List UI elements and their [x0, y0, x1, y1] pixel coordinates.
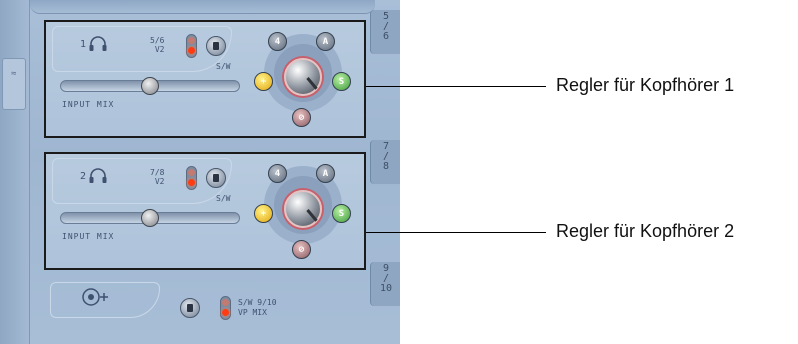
led-off	[188, 37, 195, 44]
headphones-icon	[89, 168, 107, 183]
headphone-2-controls: 2 7/8 V2 S/W INPUT MIX 4 A + S ⊘	[44, 152, 366, 270]
side-tab-label: 9 / 10	[379, 263, 393, 294]
output-source-button[interactable]	[180, 298, 200, 318]
output-label-line2: VP MIX	[238, 308, 267, 317]
side-tab-7-8[interactable]: 7 / 8	[370, 140, 400, 184]
side-tab-label: 5 / 6	[382, 11, 390, 42]
callout-headphone-1: Regler für Kopfhörer 1	[556, 75, 735, 95]
bus-button-right[interactable]: S	[332, 204, 351, 223]
output-section: S/W 9/10 VP MIX	[44, 282, 366, 338]
source-label-line1: 7/8	[150, 168, 165, 177]
left-strip-tab[interactable]: ≈	[2, 58, 26, 110]
input-mix-slider-knob[interactable]	[141, 77, 159, 95]
side-tab-label: 7 / 8	[382, 141, 390, 172]
input-mix-slider[interactable]	[60, 77, 240, 95]
bus-button-left[interactable]: +	[254, 204, 273, 223]
input-mix-label: INPUT MIX	[62, 232, 115, 241]
left-strip-label: ≈	[11, 69, 17, 79]
channel-frame	[52, 158, 232, 204]
channel-number: 2	[80, 170, 87, 182]
source-select-button[interactable]	[206, 36, 226, 56]
output-label-line1: S/W 9/10	[238, 298, 277, 307]
headphone-volume-cluster: 4 A + S ⊘	[252, 26, 356, 134]
bus-button-top-right[interactable]: A	[316, 32, 335, 51]
headphone-mixer-panel: ≈ 5 / 6 7 / 8 9 / 10 1 5/6 V2 S/W INPUT …	[0, 0, 400, 344]
led-on	[188, 179, 195, 186]
bus-button-bottom[interactable]: ⊘	[292, 108, 311, 127]
callout-headphone-2: Regler für Kopfhörer 2	[556, 221, 735, 241]
bus-button-left[interactable]: +	[254, 72, 273, 91]
headphones-icon	[89, 36, 107, 51]
callout-line-2	[366, 232, 546, 233]
source-label: 7/8 V2	[150, 168, 164, 186]
led-on	[188, 47, 195, 54]
channel-number: 1	[80, 38, 87, 50]
output-plug-icon	[82, 288, 108, 306]
bus-button-top-left[interactable]: 4	[268, 164, 287, 183]
input-mix-label: INPUT MIX	[62, 100, 115, 109]
source-select-button[interactable]	[206, 168, 226, 188]
input-mix-slider[interactable]	[60, 209, 240, 227]
input-mix-slider-knob[interactable]	[141, 209, 159, 227]
source-led-indicator	[186, 34, 197, 58]
bus-button-top-right[interactable]: A	[316, 164, 335, 183]
headphone-1-volume-knob[interactable]	[284, 58, 322, 96]
led-off	[222, 299, 229, 306]
side-tab-9-10[interactable]: 9 / 10	[370, 262, 400, 306]
bus-button-bottom[interactable]: ⊘	[292, 240, 311, 259]
side-tab-5-6[interactable]: 5 / 6	[370, 10, 400, 54]
output-label: S/W 9/10 VP MIX	[238, 298, 277, 318]
source-label-line2: V2	[154, 45, 165, 54]
headphone-2-volume-knob[interactable]	[284, 190, 322, 228]
channel-frame	[52, 26, 232, 72]
led-on	[222, 309, 229, 316]
sw-label: S/W	[216, 194, 231, 203]
top-rim	[30, 0, 375, 14]
sw-label: S/W	[216, 62, 231, 71]
led-off	[188, 169, 195, 176]
knob-pointer	[306, 209, 318, 222]
headphone-label: 1	[80, 36, 108, 52]
source-led-indicator	[186, 166, 197, 190]
source-label-line1: 5/6	[150, 36, 165, 45]
output-led-indicator	[220, 296, 231, 320]
headphone-label: 2	[80, 168, 108, 184]
bus-button-right[interactable]: S	[332, 72, 351, 91]
headphone-1-controls: 1 5/6 V2 S/W INPUT MIX 4 A + S ⊘	[44, 20, 366, 138]
headphone-volume-cluster: 4 A + S ⊘	[252, 158, 356, 266]
bus-button-top-left[interactable]: 4	[268, 32, 287, 51]
knob-pointer	[306, 77, 318, 90]
callout-line-1	[366, 86, 546, 87]
left-strip: ≈	[0, 0, 30, 344]
source-label: 5/6 V2	[150, 36, 164, 54]
source-label-line2: V2	[154, 177, 165, 186]
